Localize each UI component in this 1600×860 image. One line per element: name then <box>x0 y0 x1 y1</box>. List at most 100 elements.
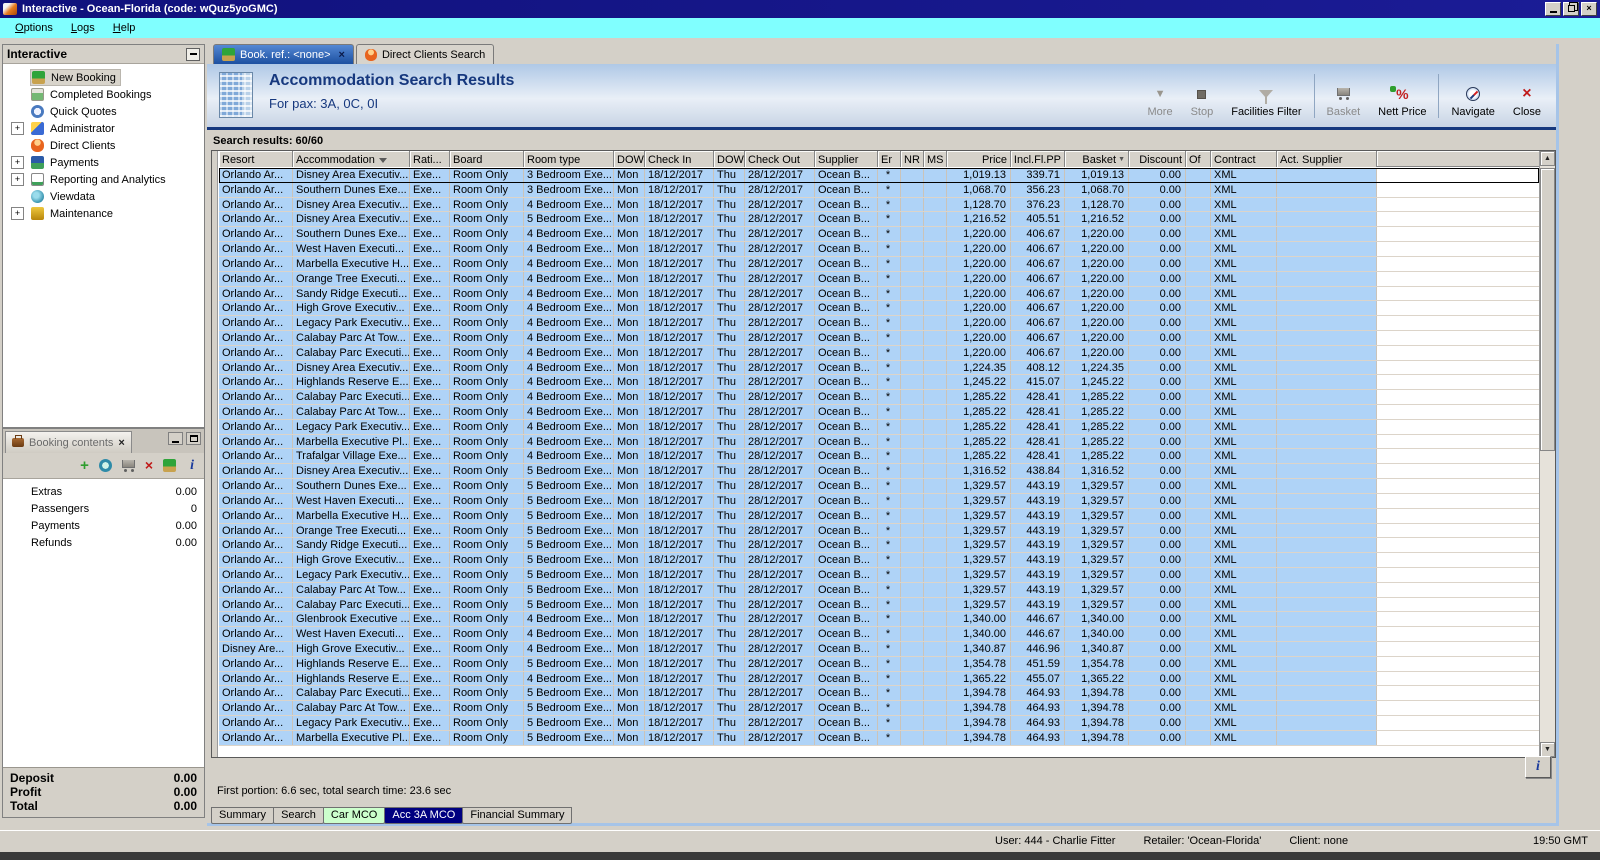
table-row[interactable]: Orlando Ar...Disney Area Executiv...Exe.… <box>219 464 1539 479</box>
table-row[interactable]: Orlando Ar...High Grove Executiv...Exe..… <box>219 301 1539 316</box>
table-row[interactable]: Orlando Ar...Southern Dunes Exe...Exe...… <box>219 227 1539 242</box>
column-header-check-out[interactable]: Check Out <box>745 151 815 167</box>
table-row[interactable]: Orlando Ar...Highlands Reserve E...Exe..… <box>219 657 1539 672</box>
availability-icon[interactable] <box>99 459 112 472</box>
info-button[interactable]: i <box>1525 756 1551 778</box>
table-row[interactable]: Orlando Ar...Disney Area Executiv...Exe.… <box>219 361 1539 376</box>
column-header-resort[interactable]: Resort <box>219 151 293 167</box>
bottom-tab-acc-3a-mco[interactable]: Acc 3A MCO <box>384 807 463 824</box>
booking-contents-tab[interactable]: Booking contents × <box>5 431 132 453</box>
sidebar-item-quick-quotes[interactable]: Quick Quotes <box>3 103 204 120</box>
expander-icon[interactable]: + <box>11 156 24 169</box>
table-row[interactable]: Orlando Ar...Disney Area Executiv...Exe.… <box>219 198 1539 213</box>
table-row[interactable]: Orlando Ar...Marbella Executive H...Exe.… <box>219 509 1539 524</box>
bottom-tab-car-mco[interactable]: Car MCO <box>323 807 385 824</box>
table-row[interactable]: Orlando Ar...Calabay Parc Executi...Exe.… <box>219 598 1539 613</box>
table-row[interactable]: Orlando Ar...Disney Area Executiv...Exe.… <box>219 212 1539 227</box>
scroll-up-icon[interactable]: ▲ <box>1540 151 1555 166</box>
booking-item-payments[interactable]: Payments0.00 <box>3 517 204 534</box>
column-header-accommodation[interactable]: Accommodation <box>293 151 410 167</box>
table-row[interactable]: Orlando Ar...Marbella Executive Pl...Exe… <box>219 435 1539 450</box>
menu-logs[interactable]: Logs <box>62 20 104 36</box>
column-header-of[interactable]: Of <box>1186 151 1211 167</box>
sidebar-item-payments[interactable]: +Payments <box>3 154 204 171</box>
table-row[interactable]: Orlando Ar...Marbella Executive Pl...Exe… <box>219 731 1539 746</box>
sidebar-item-viewdata[interactable]: Viewdata <box>3 188 204 205</box>
column-header-nr[interactable]: NR <box>901 151 924 167</box>
column-header-ms[interactable]: MS <box>924 151 947 167</box>
table-row[interactable]: Orlando Ar...Disney Area Executiv...Exe.… <box>219 168 1539 183</box>
column-header-er[interactable]: Er <box>878 151 901 167</box>
expander-icon[interactable]: + <box>11 122 24 135</box>
table-row[interactable]: Orlando Ar...Orange Tree Executi...Exe..… <box>219 524 1539 539</box>
palm-tree-icon[interactable] <box>163 459 176 472</box>
column-header-supplier[interactable]: Supplier <box>815 151 878 167</box>
booking-item-passengers[interactable]: Passengers0 <box>3 500 204 517</box>
table-row[interactable]: Orlando Ar...West Haven Executi...Exe...… <box>219 242 1539 257</box>
table-row[interactable]: Orlando Ar...High Grove Executiv...Exe..… <box>219 553 1539 568</box>
booking-item-refunds[interactable]: Refunds0.00 <box>3 534 204 551</box>
scrollbar-thumb[interactable] <box>1540 168 1555 451</box>
close-tab-icon[interactable]: × <box>118 437 124 449</box>
bottom-tab-financial-summary[interactable]: Financial Summary <box>462 807 572 824</box>
table-row[interactable]: Orlando Ar...Legacy Park Executiv...Exe.… <box>219 716 1539 731</box>
table-row[interactable]: Orlando Ar...Calabay Parc Executi...Exe.… <box>219 390 1539 405</box>
column-header-act-supplier[interactable]: Act. Supplier <box>1277 151 1377 167</box>
table-row[interactable]: Orlando Ar...Southern Dunes Exe...Exe...… <box>219 183 1539 198</box>
sidebar-item-completed-bookings[interactable]: Completed Bookings <box>3 86 204 103</box>
close-button[interactable]: × <box>1581 2 1597 16</box>
info-icon[interactable]: i <box>190 458 194 474</box>
table-row[interactable]: Orlando Ar...Calabay Parc Executi...Exe.… <box>219 686 1539 701</box>
minimize-button[interactable] <box>1545 2 1561 16</box>
column-header-board[interactable]: Board <box>450 151 524 167</box>
table-row[interactable]: Orlando Ar...Calabay Parc Executi...Exe.… <box>219 346 1539 361</box>
table-row[interactable]: Orlando Ar...Trafalgar Village Exe...Exe… <box>219 449 1539 464</box>
column-header-discount[interactable]: Discount <box>1129 151 1186 167</box>
table-row[interactable]: Orlando Ar...Legacy Park Executiv...Exe.… <box>219 568 1539 583</box>
facilities-filter-button[interactable]: Facilities Filter <box>1222 70 1310 122</box>
panel-maximize-button[interactable] <box>186 432 201 445</box>
nett-price-button[interactable]: %Nett Price <box>1369 70 1435 122</box>
add-icon[interactable]: + <box>80 459 89 472</box>
panel-minimize-button[interactable] <box>168 432 183 445</box>
close-button[interactable]: ×Close <box>1504 70 1550 122</box>
table-row[interactable]: Orlando Ar...Southern Dunes Exe...Exe...… <box>219 479 1539 494</box>
table-row[interactable]: Orlando Ar...Sandy Ridge Executi...Exe..… <box>219 538 1539 553</box>
column-header-contract[interactable]: Contract <box>1211 151 1277 167</box>
restore-button[interactable] <box>1563 2 1579 16</box>
table-row[interactable]: Orlando Ar...Highlands Reserve E...Exe..… <box>219 375 1539 390</box>
booking-item-extras[interactable]: Extras0.00 <box>3 483 204 500</box>
sidebar-item-reporting-and-analytics[interactable]: +Reporting and Analytics <box>3 171 204 188</box>
column-header-rati[interactable]: Rati... <box>410 151 450 167</box>
table-row[interactable]: Orlando Ar...Calabay Parc At Tow...Exe..… <box>219 701 1539 716</box>
column-header-incl-fl-pp[interactable]: Incl.Fl.PP <box>1011 151 1065 167</box>
table-row[interactable]: Orlando Ar...Highlands Reserve E...Exe..… <box>219 672 1539 687</box>
table-row[interactable]: Orlando Ar...Legacy Park Executiv...Exe.… <box>219 420 1539 435</box>
expander-icon[interactable]: + <box>11 173 24 186</box>
basket-icon[interactable] <box>122 460 135 468</box>
bottom-tab-search[interactable]: Search <box>273 807 324 824</box>
column-header-check-in[interactable]: Check In <box>645 151 714 167</box>
sidebar-item-new-booking[interactable]: New Booking <box>3 69 204 86</box>
sidebar-item-direct-clients[interactable]: Direct Clients <box>3 137 204 154</box>
menu-help[interactable]: Help <box>104 20 145 36</box>
table-row[interactable]: Orlando Ar...West Haven Executi...Exe...… <box>219 494 1539 509</box>
column-header-price[interactable]: Price <box>947 151 1011 167</box>
navigate-button[interactable]: Navigate <box>1442 70 1503 122</box>
menu-options[interactable]: Options <box>6 20 62 36</box>
table-row[interactable]: Orlando Ar...Calabay Parc At Tow...Exe..… <box>219 331 1539 346</box>
sidebar-item-administrator[interactable]: +Administrator <box>3 120 204 137</box>
column-header-dow[interactable]: DOW <box>614 151 645 167</box>
column-header-dow[interactable]: DOW <box>714 151 745 167</box>
table-row[interactable]: Orlando Ar...Glenbrook Executive ...Exe.… <box>219 612 1539 627</box>
filter-icon[interactable] <box>379 158 387 163</box>
tab-book-ref-none[interactable]: Book. ref.: <none>× <box>213 44 354 64</box>
table-row[interactable]: Orlando Ar...Sandy Ridge Executi...Exe..… <box>219 287 1539 302</box>
table-row[interactable]: Orlando Ar...Calabay Parc At Tow...Exe..… <box>219 405 1539 420</box>
table-row[interactable]: Orlando Ar...West Haven Executi...Exe...… <box>219 627 1539 642</box>
table-row[interactable]: Disney Are...High Grove Executiv...Exe..… <box>219 642 1539 657</box>
tab-direct-clients-search[interactable]: Direct Clients Search <box>356 44 494 64</box>
close-tab-icon[interactable]: × <box>339 49 345 61</box>
table-row[interactable]: Orlando Ar...Legacy Park Executiv...Exe.… <box>219 316 1539 331</box>
collapse-panel-button[interactable] <box>186 48 200 61</box>
